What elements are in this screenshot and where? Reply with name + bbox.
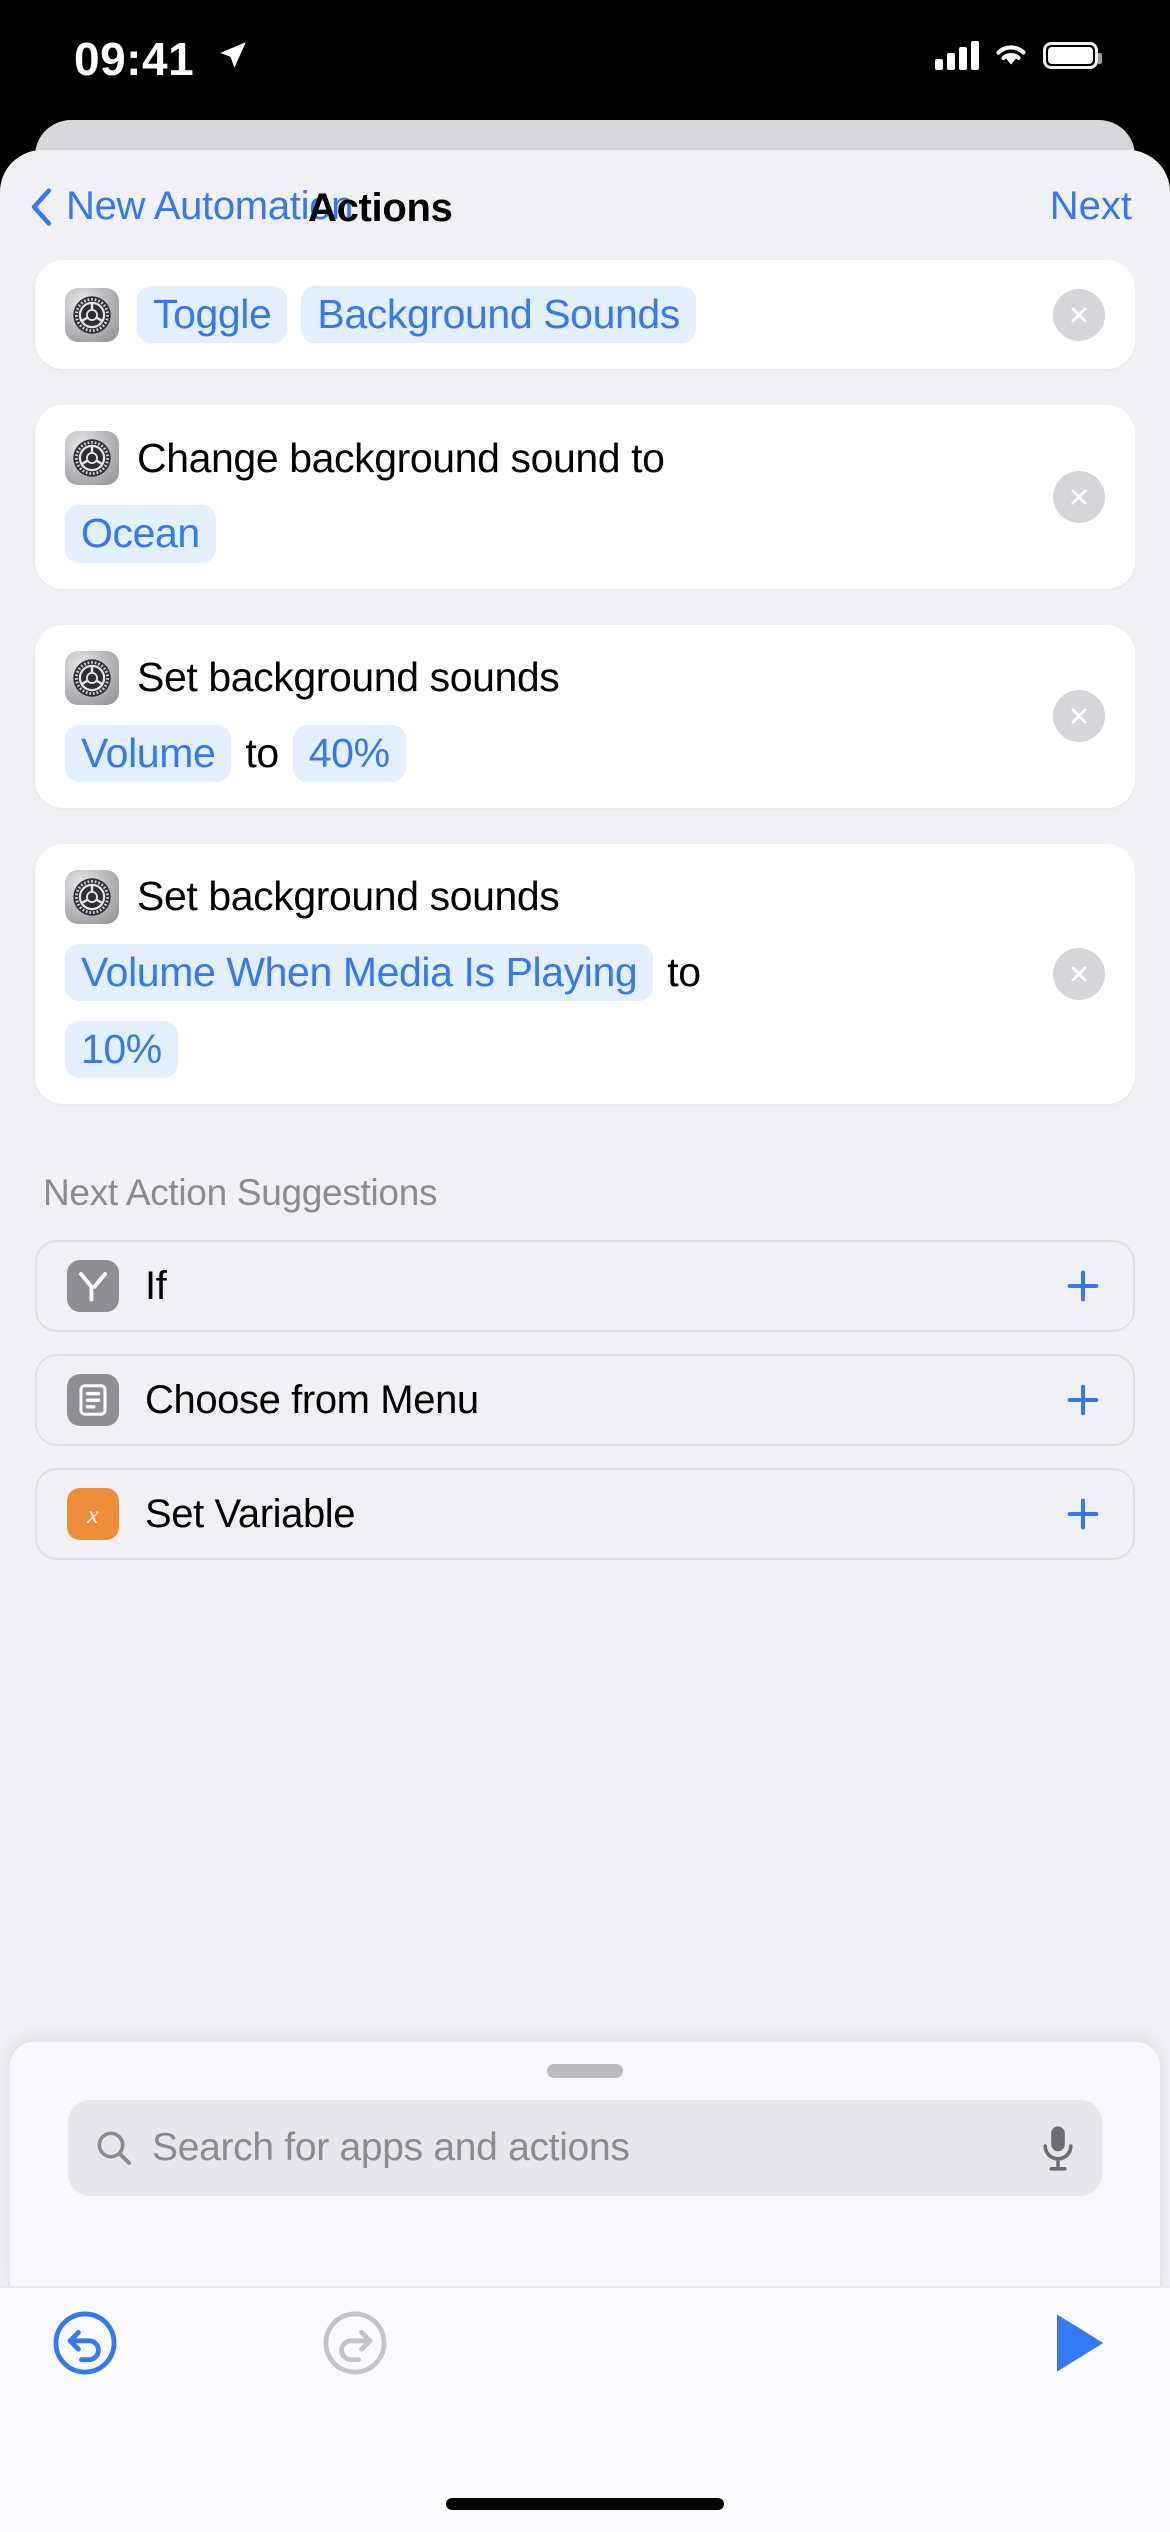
menu-list-icon [67,1374,119,1427]
svg-text:x: x [86,1500,99,1529]
microphone-icon[interactable] [1040,2124,1076,2172]
action-text: Set background sounds [137,653,560,700]
undo-icon[interactable] [52,2310,118,2376]
search-icon [97,2131,131,2165]
suggestion-row-choose-from-menu[interactable]: Choose from Menu [35,1354,1135,1447]
close-icon [1071,708,1087,724]
settings-gear-icon [65,287,119,342]
remove-action-button[interactable] [1053,948,1105,1000]
close-icon [1071,489,1087,505]
cellular-bars-icon [935,40,979,70]
action-parameter-pill[interactable]: Volume When Media Is Playing [65,943,654,1001]
plus-icon[interactable] [1063,1494,1103,1534]
suggestion-label: If [145,1263,167,1308]
actions-list: Toggle Background Sounds Change background… [0,260,1170,1561]
suggestions-list: If Choose from Menu x Set Variable [35,1240,1135,1561]
drawer-grabber[interactable] [547,2064,623,2078]
variable-x-icon: x [67,1488,119,1541]
branch-icon [67,1260,119,1313]
action-parameter-pill[interactable]: Toggle [137,286,288,344]
location-arrow-icon [220,42,246,68]
back-button[interactable]: New Automation [30,184,353,229]
suggestions-header: Next Action Suggestions [43,1172,438,1214]
action-parameter-pill[interactable]: 10% [65,1021,178,1079]
remove-action-button[interactable] [1053,470,1105,523]
redo-icon[interactable] [322,2310,388,2376]
bottom-toolbar [0,2286,1170,2532]
wifi-icon [996,45,1026,65]
search-placeholder: Search for apps and actions [152,2126,630,2169]
settings-gear-icon [73,658,111,697]
settings-gear-icon [65,431,119,486]
status-bar-indicators [935,40,1102,70]
chevron-left-icon [31,187,52,226]
action-parameter-pill[interactable]: Background Sounds [301,286,696,344]
action-cards-container: Toggle Background Sounds Change background… [35,260,1135,1105]
action-text: Change background sound to [137,434,665,481]
action-text: Set background sounds [137,873,560,920]
page-title: Actions [308,186,453,230]
action-content: Set background sounds Volume to 40% [65,650,1105,782]
action-content: Toggle Background Sounds [65,286,1105,344]
action-parameter-pill[interactable]: 40% [292,724,406,782]
next-button[interactable]: Next [1050,184,1132,229]
remove-action-button[interactable] [1053,690,1105,743]
suggestion-row-set-variable[interactable]: x Set Variable [35,1468,1135,1561]
settings-gear-icon [73,878,111,916]
status-bar-time: 09:41 [74,33,195,85]
navigation-bar: New Automation Actions Next [0,150,1170,260]
action-card[interactable]: Set background sounds Volume When Media I… [35,843,1135,1105]
close-icon [1071,307,1087,323]
settings-gear-icon [73,295,111,334]
action-parameter-pill[interactable]: Ocean [65,505,216,563]
suggestion-label: Set Variable [145,1491,356,1536]
search-input[interactable]: Search for apps and actions [68,2100,1102,2196]
action-search-drawer: Search for apps and actions [8,2040,1162,2286]
battery-full-icon [1043,41,1102,69]
suggestion-label: Choose from Menu [145,1377,479,1422]
play-icon[interactable] [1050,2310,1108,2376]
close-icon [1071,966,1087,982]
action-parameter-pill[interactable]: Volume [65,724,232,782]
remove-action-button[interactable] [1053,288,1105,341]
menu-list-icon [79,1384,107,1416]
status-bar: 09:41 [0,0,1170,132]
variable-x-icon: x [86,1500,99,1529]
action-content: Change background sound to Ocean [65,431,1105,563]
action-text: to [245,729,279,776]
settings-gear-icon [73,439,111,477]
settings-gear-icon [65,650,119,705]
branch-icon [79,1272,107,1302]
action-content: Set background sounds Volume When Media I… [65,869,1105,1079]
suggestion-row-if[interactable]: If [35,1240,1135,1333]
action-card[interactable]: Set background sounds Volume to 40% [35,624,1135,808]
plus-icon[interactable] [1063,1266,1103,1306]
settings-gear-icon [65,869,119,924]
action-text: to [667,948,701,995]
action-card[interactable]: Toggle Background Sounds [35,260,1135,370]
home-indicator [446,2498,724,2510]
action-card[interactable]: Change background sound to Ocean [35,405,1135,589]
plus-icon[interactable] [1063,1380,1103,1420]
